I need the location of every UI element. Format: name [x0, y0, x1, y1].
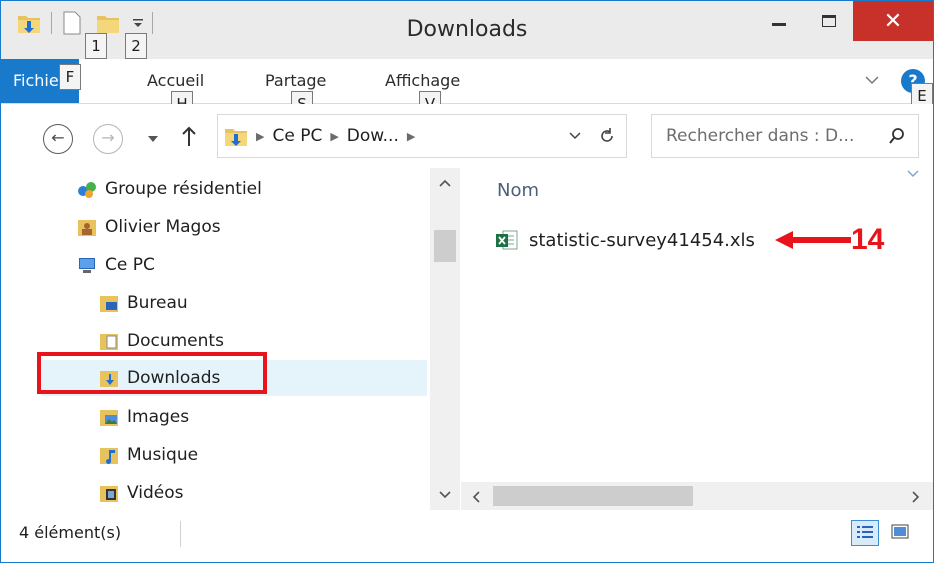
large-icons-view-icon — [891, 524, 909, 539]
breadcrumb-downloads[interactable]: Dow... — [347, 126, 399, 146]
tree-label: Documents — [127, 331, 224, 351]
scroll-right-icon[interactable] — [911, 490, 921, 504]
user-folder-icon — [78, 220, 96, 236]
expand-ribbon-icon[interactable] — [865, 75, 879, 85]
chevron-right-icon[interactable]: ▶ — [407, 130, 415, 143]
tree-label: Musique — [127, 445, 199, 465]
excel-file-icon — [496, 230, 518, 250]
file-list-scrollbar[interactable] — [461, 482, 933, 510]
chevron-right-icon[interactable]: ▶ — [330, 130, 338, 143]
item-count: 4 élément(s) — [19, 523, 122, 542]
address-bar[interactable]: ▶ Ce PC ▶ Dow... ▶ — [217, 114, 627, 158]
breadcrumb-ce-pc[interactable]: Ce PC — [272, 126, 322, 146]
scroll-up-icon[interactable] — [438, 178, 452, 188]
navigation-pane: Groupe résidentiel Olivier Magos Ce PC B… — [1, 168, 461, 510]
chevron-down-icon[interactable] — [568, 131, 582, 141]
search-input[interactable]: Rechercher dans : D... — [651, 114, 919, 158]
ribbon: Fichier F Accueil H Partage S Affichage … — [1, 59, 933, 117]
tree-item-images[interactable]: Images — [99, 399, 189, 435]
scroll-down-icon[interactable] — [438, 490, 452, 500]
tree-item-this-pc[interactable]: Ce PC — [77, 247, 155, 283]
navigation-bar: ← → ▶ Ce PC ▶ Dow... ▶ Rechercher dans:… — [1, 104, 933, 168]
file-list-pane: Nom statistic-survey41454.xls 14 — [461, 168, 933, 510]
tree-item-bureau[interactable]: Bureau — [99, 285, 188, 321]
forward-arrow-icon: → — [101, 128, 115, 147]
annotation-callout: 14 — [775, 223, 884, 257]
tree-label: Olivier Magos — [105, 217, 221, 237]
scroll-thumb[interactable] — [493, 486, 693, 506]
tree-label: Groupe résidentiel — [105, 179, 262, 199]
details-view-button[interactable] — [851, 520, 879, 546]
computer-icon — [79, 258, 95, 273]
music-folder-icon — [100, 448, 118, 464]
search-icon[interactable] — [888, 127, 906, 145]
tree-item-videos[interactable]: Vidéos — [99, 475, 184, 511]
close-button[interactable]: ✕ — [853, 1, 933, 41]
navigation-scrollbar[interactable] — [430, 168, 460, 510]
status-bar: 4 élément(s) — [1, 510, 933, 562]
tree-label: Ce PC — [105, 255, 155, 275]
annotation-number: 14 — [851, 223, 885, 256]
highlight-box — [37, 352, 267, 394]
keytip-f: F — [59, 64, 81, 90]
details-view-icon — [857, 526, 873, 538]
tab-file-label: Fichier — [13, 71, 66, 90]
explorer-window: 1 2 Downloads ✕ Fichier F Accueil H Part… — [0, 0, 934, 563]
videos-folder-icon — [100, 486, 118, 502]
maximize-icon — [822, 15, 836, 27]
file-item[interactable]: statistic-survey41454.xls — [495, 228, 755, 252]
documents-folder-icon — [100, 334, 118, 350]
tab-affichage[interactable]: Affichage — [385, 71, 460, 90]
close-icon: ✕ — [883, 8, 903, 34]
tab-accueil[interactable]: Accueil — [147, 71, 204, 90]
scroll-left-icon[interactable] — [471, 490, 481, 504]
back-arrow-icon: ← — [51, 128, 65, 147]
tab-partage[interactable]: Partage — [265, 71, 326, 90]
title-bar: 1 2 Downloads ✕ — [1, 1, 933, 59]
tree-item-musique[interactable]: Musique — [99, 437, 198, 473]
chevron-right-icon[interactable]: ▶ — [256, 130, 264, 143]
search-placeholder: Rechercher dans : D... — [666, 126, 855, 146]
back-button[interactable]: ← — [43, 124, 73, 154]
desktop-folder-icon — [100, 296, 118, 312]
file-name: statistic-survey41454.xls — [529, 229, 755, 251]
sort-indicator-icon — [907, 170, 919, 178]
tree-item-homegroup[interactable]: Groupe résidentiel — [77, 171, 262, 207]
refresh-icon[interactable] — [598, 127, 616, 145]
forward-button[interactable]: → — [93, 124, 123, 154]
separator — [180, 521, 181, 547]
tree-label: Vidéos — [127, 483, 184, 503]
minimize-icon — [772, 22, 786, 26]
scroll-thumb[interactable] — [434, 230, 456, 262]
tree-label: Images — [127, 407, 190, 427]
column-header-name[interactable]: Nom — [497, 180, 539, 201]
maximize-button[interactable] — [805, 1, 853, 41]
minimize-button[interactable] — [753, 1, 805, 41]
red-arrow-icon — [775, 231, 851, 249]
homegroup-icon — [78, 182, 96, 198]
tree-item-user[interactable]: Olivier Magos — [77, 209, 221, 245]
large-icons-view-button[interactable] — [887, 520, 915, 546]
tree-label: Bureau — [127, 293, 188, 313]
recent-locations-icon[interactable] — [147, 134, 159, 144]
up-arrow-icon[interactable] — [181, 126, 197, 148]
pictures-folder-icon — [100, 410, 118, 426]
downloads-folder-icon — [225, 129, 247, 146]
